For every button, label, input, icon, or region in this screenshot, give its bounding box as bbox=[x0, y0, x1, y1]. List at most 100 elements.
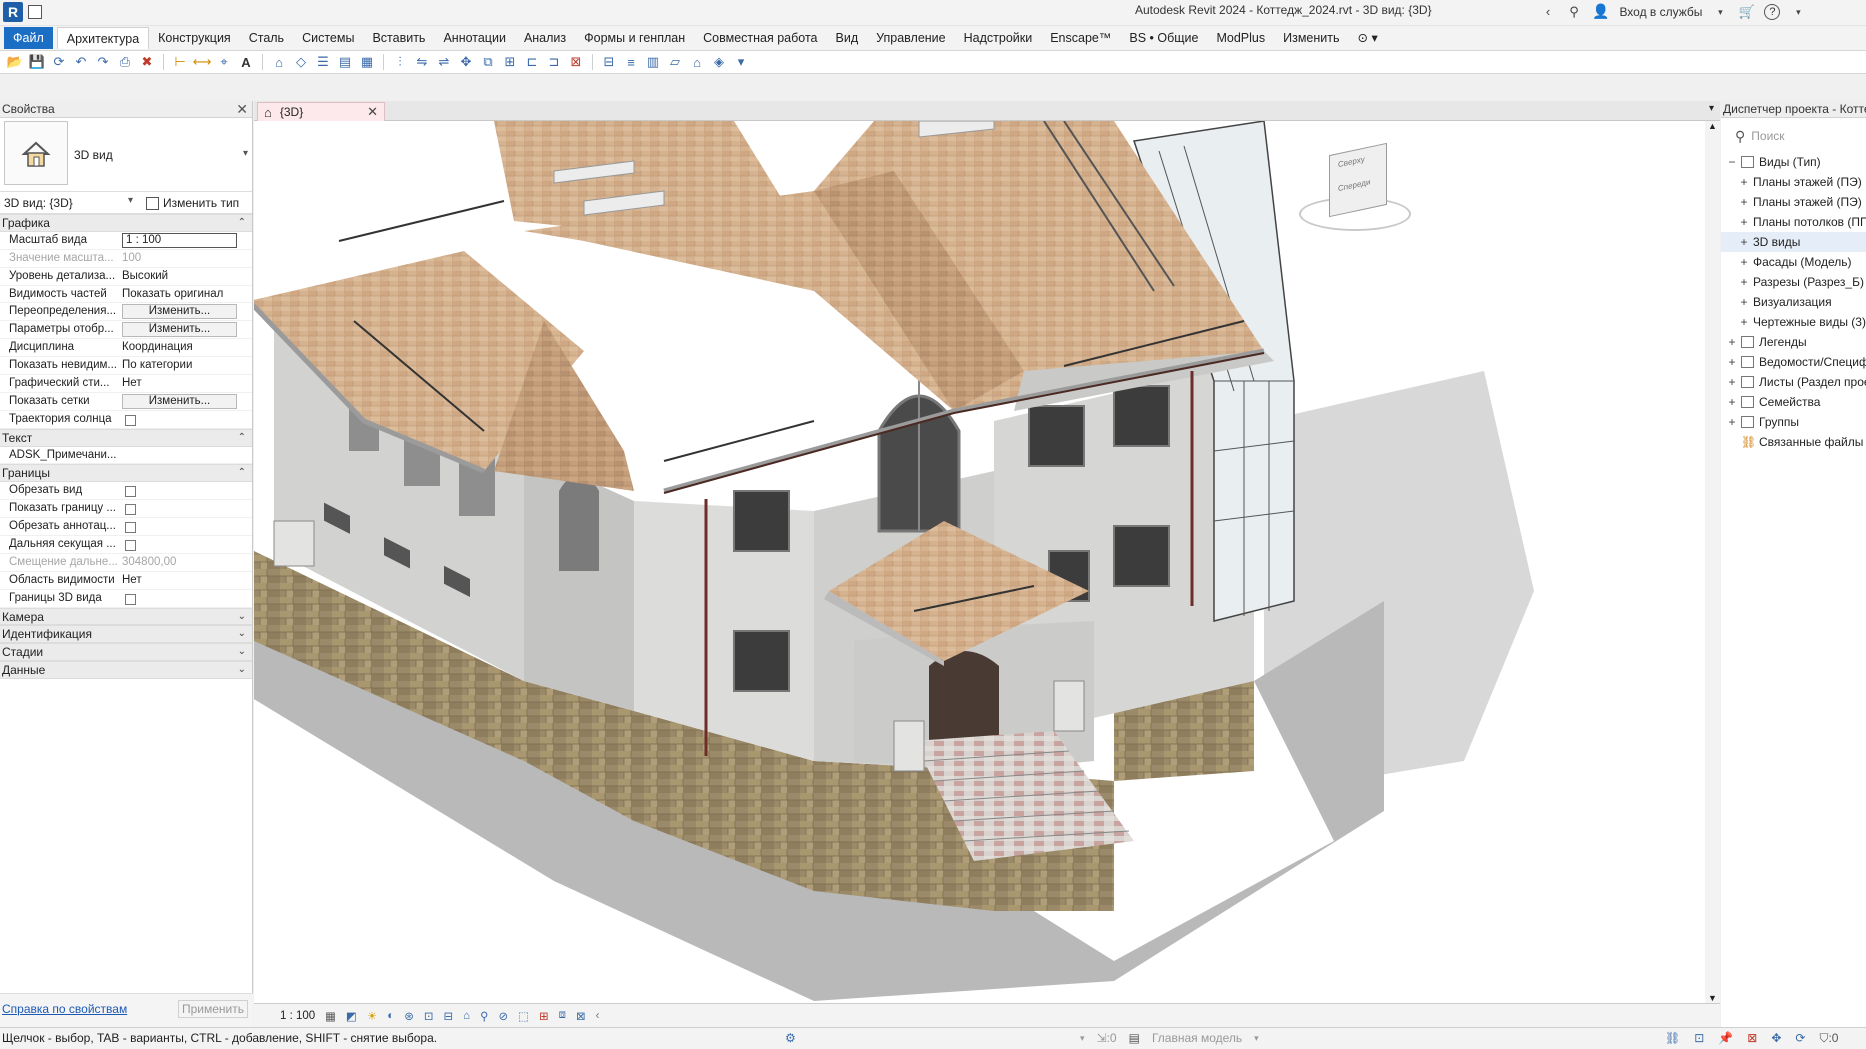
browser-node[interactable]: − Виды (Тип) bbox=[1721, 152, 1866, 172]
browser-node[interactable]: + Легенды bbox=[1721, 332, 1866, 352]
chevron-down-icon[interactable]: ▾ bbox=[128, 195, 133, 206]
expand-icon[interactable]: + bbox=[1739, 272, 1749, 292]
cart-icon[interactable]: 🛒 bbox=[1738, 4, 1754, 20]
property-value-input[interactable]: 1 : 100 bbox=[122, 232, 237, 248]
menu-tab-bs[interactable]: BS • Общие bbox=[1120, 27, 1207, 49]
chevron-down-icon[interactable]: ⌄ bbox=[238, 662, 246, 678]
analytical-icon[interactable]: ⊞ bbox=[539, 1009, 549, 1023]
menu-tab-insert[interactable]: Вставить bbox=[363, 27, 434, 49]
detail-level-icon[interactable]: ▦ bbox=[325, 1009, 336, 1023]
property-checkbox[interactable] bbox=[125, 593, 136, 605]
sun-path-icon[interactable]: ☀ bbox=[367, 1009, 377, 1023]
binoculars-icon[interactable]: ⚲ bbox=[1566, 4, 1582, 20]
chevron-down-icon[interactable]: ▾ bbox=[1790, 4, 1806, 20]
expand-icon[interactable]: + bbox=[1727, 352, 1737, 372]
delete-icon[interactable]: ✖ bbox=[138, 53, 156, 71]
shadows-icon[interactable]: ◐ bbox=[387, 1010, 394, 1022]
menu-tab-modify[interactable]: Изменить bbox=[1274, 27, 1348, 49]
copy-icon[interactable]: ⧉ bbox=[479, 53, 497, 71]
split-icon[interactable]: ⊐ bbox=[545, 53, 563, 71]
chevron-down-icon[interactable]: ⌄ bbox=[238, 626, 246, 642]
scroll-left-icon[interactable]: ‹ bbox=[596, 1010, 600, 1022]
trim-icon[interactable]: ⊏ bbox=[523, 53, 541, 71]
select-by-face-icon[interactable]: ⊠ bbox=[1747, 1028, 1757, 1049]
model-selector[interactable]: Главная модель bbox=[1152, 1028, 1242, 1049]
property-group-header[interactable]: Графика ⌃ bbox=[0, 214, 252, 232]
property-edit-button[interactable]: Изменить... bbox=[122, 304, 237, 320]
mirror-icon[interactable]: ⇋ bbox=[413, 53, 431, 71]
lock-view-icon[interactable]: ⌂ bbox=[463, 1010, 470, 1022]
worksharing-icon[interactable]: ⬚ bbox=[518, 1009, 529, 1023]
property-value[interactable]: 100 bbox=[122, 250, 238, 267]
menu-tab-systems[interactable]: Системы bbox=[293, 27, 363, 49]
render-icon[interactable]: ⊛ bbox=[404, 1009, 414, 1023]
wall-icon[interactable]: ▥ bbox=[644, 53, 662, 71]
browser-node[interactable]: + Ведомости/Спецификации bbox=[1721, 352, 1866, 372]
selection-icon[interactable]: ⇲:0 bbox=[1097, 1028, 1117, 1049]
quick-access-icon[interactable] bbox=[28, 5, 42, 19]
property-value[interactable]: 304800,00 bbox=[122, 554, 238, 571]
background-process-icon[interactable]: ⟳ bbox=[1795, 1028, 1805, 1049]
component-icon[interactable]: ◈ bbox=[710, 53, 728, 71]
instance-selector[interactable]: 3D вид: {3D} bbox=[2, 195, 138, 211]
chevron-down-icon[interactable]: ▾ bbox=[243, 148, 248, 159]
property-group-header[interactable]: Текст ⌃ bbox=[0, 428, 252, 447]
visual-style-icon[interactable]: ◩ bbox=[346, 1009, 357, 1023]
property-group-header[interactable]: Стадии ⌄ bbox=[0, 643, 252, 662]
menu-tab-annotate[interactable]: Аннотации bbox=[434, 27, 514, 49]
expand-icon[interactable]: + bbox=[1727, 372, 1737, 392]
expand-icon[interactable]: + bbox=[1727, 412, 1737, 432]
expand-icon[interactable]: + bbox=[1727, 392, 1737, 412]
browser-node[interactable]: + Листы (Раздел проекта) bbox=[1721, 372, 1866, 392]
menu-tab-modplus[interactable]: ModPlus bbox=[1207, 27, 1274, 49]
sign-in-button[interactable]: Вход в службы bbox=[1619, 5, 1702, 19]
property-value[interactable]: Координация bbox=[122, 339, 238, 356]
select-underlay-icon[interactable]: ⊡ bbox=[1694, 1028, 1704, 1049]
browser-node[interactable]: + Чертежные виды (3) bbox=[1721, 312, 1866, 332]
3d-viewport[interactable]: Сверху Спереди bbox=[254, 121, 1720, 1003]
pin-icon[interactable]: ⊠ bbox=[567, 53, 585, 71]
grid-icon[interactable]: ⊟ bbox=[600, 53, 618, 71]
close-icon[interactable]: ✕ bbox=[236, 101, 248, 118]
collapse-icon[interactable]: − bbox=[1727, 152, 1737, 172]
section-icon[interactable]: ◇ bbox=[292, 53, 310, 71]
chevron-left-icon[interactable]: ‹ bbox=[1540, 4, 1556, 20]
filter-icon[interactable]: ⛉:0 bbox=[1819, 1028, 1838, 1049]
move-icon[interactable]: ✥ bbox=[457, 53, 475, 71]
save-icon[interactable]: 💾 bbox=[28, 53, 46, 71]
chevron-up-icon[interactable]: ⌃ bbox=[238, 430, 246, 446]
worksharing-status-icon[interactable]: ⚙ bbox=[785, 1028, 796, 1049]
close-hidden-icon[interactable]: ▤ bbox=[336, 53, 354, 71]
menu-tab-steel[interactable]: Сталь bbox=[240, 27, 293, 49]
chevron-down-icon[interactable]: ⌄ bbox=[238, 644, 246, 660]
browser-node[interactable]: + Семейства bbox=[1721, 392, 1866, 412]
switch-windows-icon[interactable]: ▦ bbox=[358, 53, 376, 71]
select-pinned-icon[interactable]: 📌 bbox=[1718, 1028, 1733, 1049]
thin-lines-icon[interactable]: ☰ bbox=[314, 53, 332, 71]
highlight-icon[interactable]: ⧈ bbox=[559, 1009, 566, 1022]
show-crop-icon[interactable]: ⊟ bbox=[443, 1009, 453, 1023]
tag-icon[interactable]: ⌖ bbox=[215, 53, 233, 71]
browser-node[interactable]: + Визуализация bbox=[1721, 292, 1866, 312]
level-icon[interactable]: ≡ bbox=[622, 53, 640, 71]
chevron-down-icon[interactable]: ▾ bbox=[1254, 1028, 1259, 1049]
property-group-header[interactable]: Данные ⌄ bbox=[0, 661, 252, 680]
constraints-icon[interactable]: ⊠ bbox=[576, 1009, 586, 1023]
expand-icon[interactable]: + bbox=[1727, 332, 1737, 352]
mirror-axis-icon[interactable]: ⇌ bbox=[435, 53, 453, 71]
crop-view-icon[interactable]: ⊡ bbox=[424, 1009, 434, 1023]
menu-tab-massing[interactable]: Формы и генплан bbox=[575, 27, 694, 49]
property-checkbox[interactable] bbox=[125, 522, 136, 534]
menu-tab-file[interactable]: Файл bbox=[4, 27, 53, 49]
menu-tab-enscape[interactable]: Enscape™ bbox=[1041, 27, 1120, 49]
edit-type-button[interactable]: Изменить тип bbox=[146, 194, 239, 212]
property-value[interactable]: Показать оригинал bbox=[122, 286, 238, 303]
browser-search[interactable]: ⚲ Поиск bbox=[1735, 124, 1864, 148]
browser-node[interactable]: + Планы этажей (ПЭ) bbox=[1721, 172, 1866, 192]
menu-tab-collaborate[interactable]: Совместная работа bbox=[694, 27, 826, 49]
property-checkbox[interactable] bbox=[125, 486, 136, 498]
tab-3d-view[interactable]: ⌂ {3D} ✕ bbox=[257, 102, 385, 121]
type-selector[interactable]: 3D вид ▾ bbox=[0, 118, 252, 192]
expand-icon[interactable]: + bbox=[1739, 232, 1749, 252]
menu-tab-addins[interactable]: Надстройки bbox=[955, 27, 1042, 49]
